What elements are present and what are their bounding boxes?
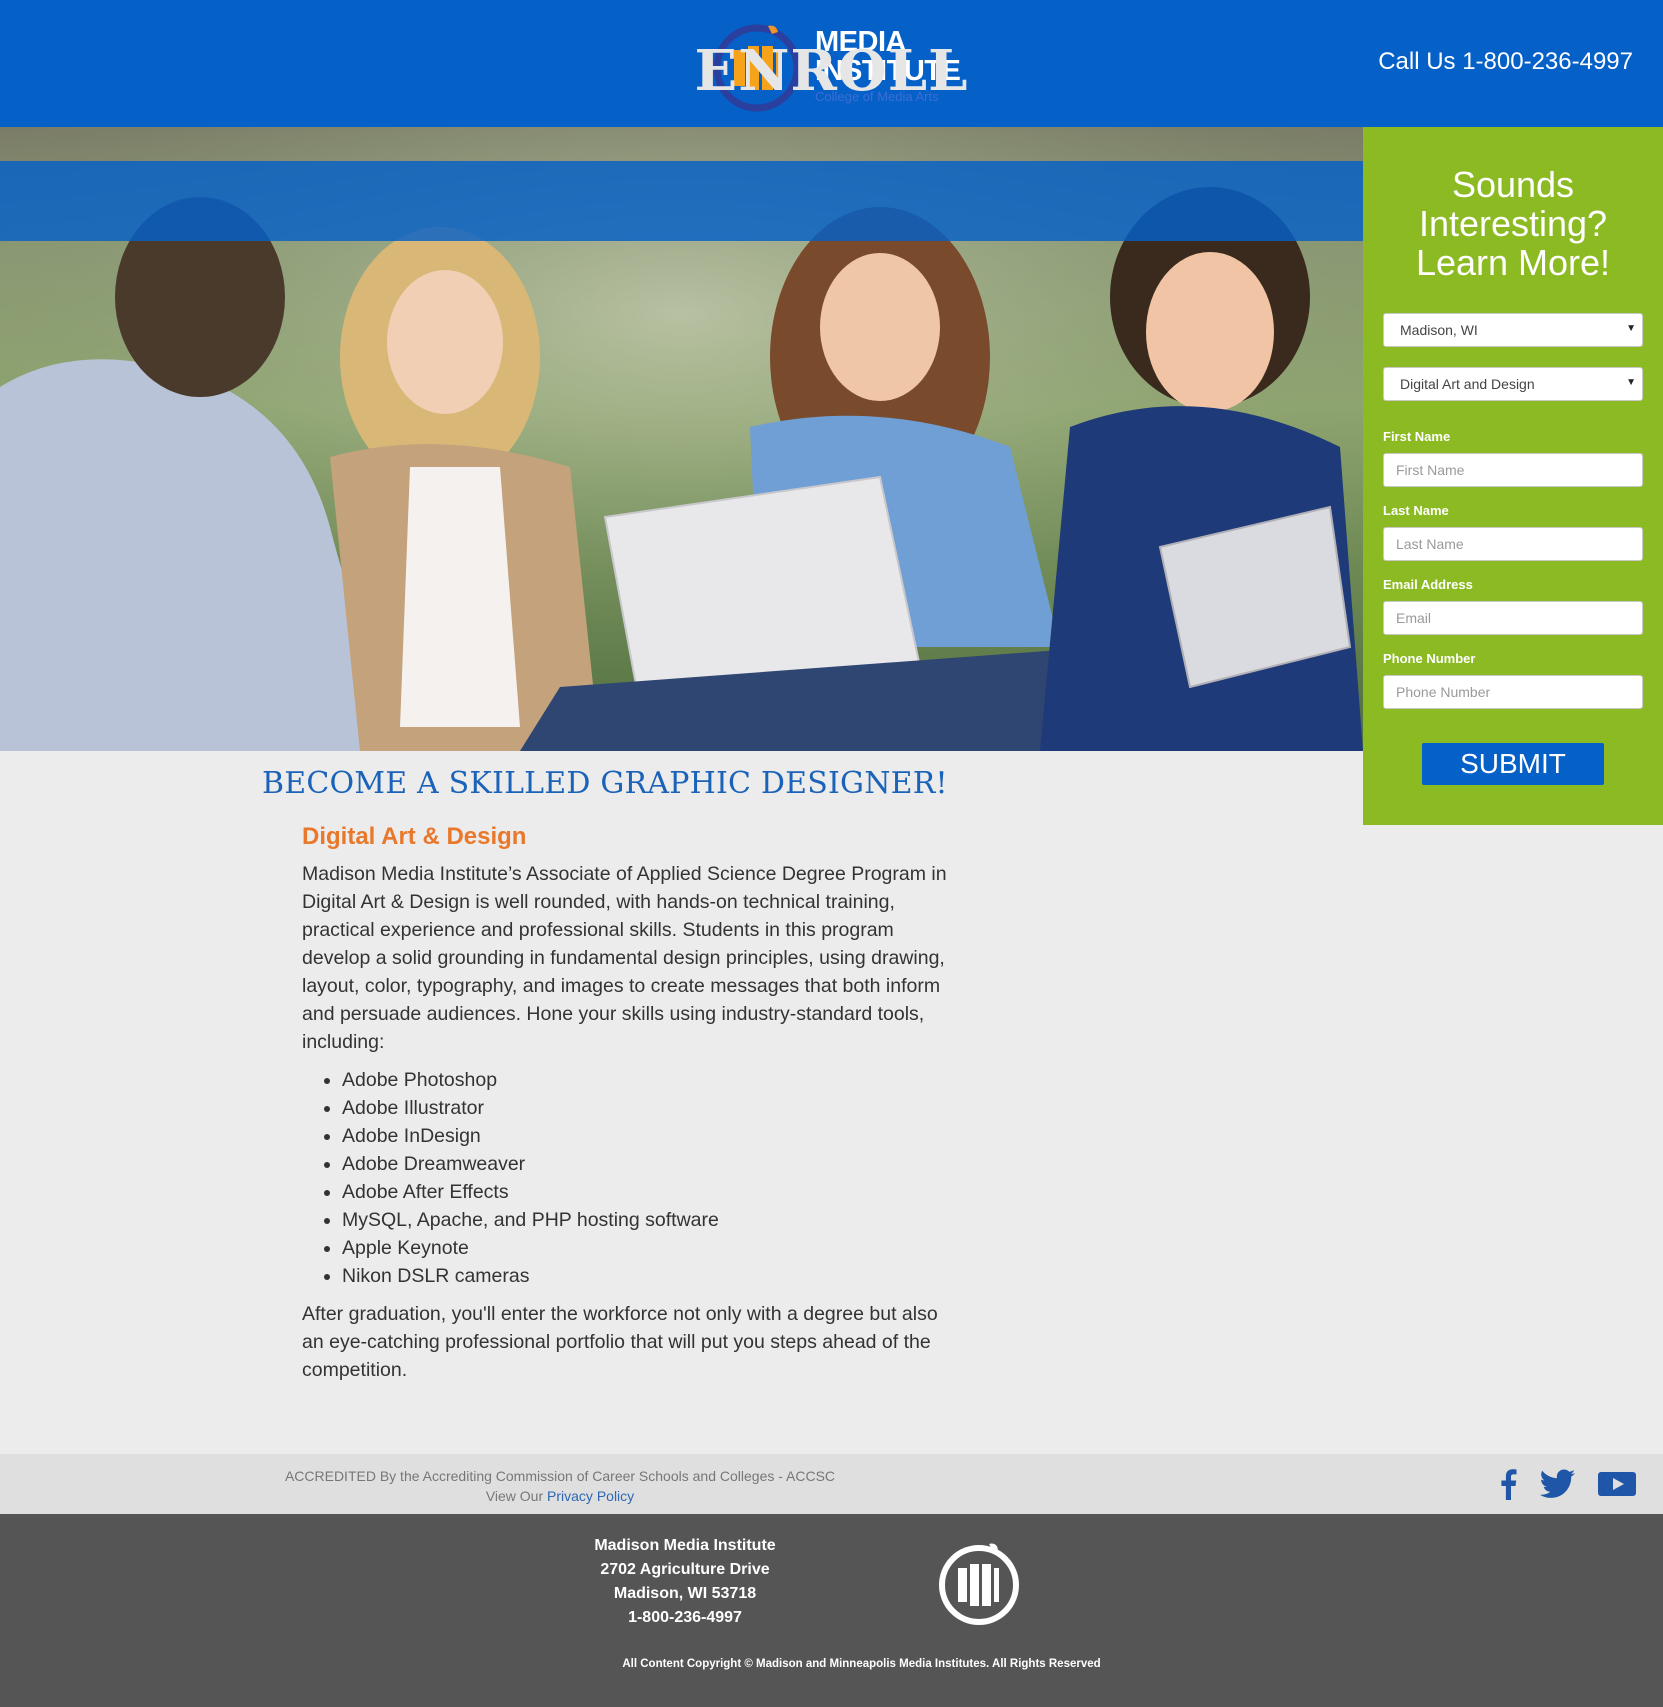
address-phone[interactable]: 1-800-236-4997 bbox=[540, 1606, 830, 1630]
form-heading: Sounds Interesting? Learn More! bbox=[1363, 165, 1663, 282]
last-name-field[interactable] bbox=[1383, 527, 1643, 561]
address-block: Madison Media Institute 2702 Agriculture… bbox=[540, 1534, 830, 1630]
hero-image bbox=[0, 127, 1363, 751]
campus-select-value: Madison, WI bbox=[1400, 322, 1478, 338]
twitter-icon[interactable] bbox=[1540, 1468, 1576, 1500]
accreditation-line: ACCREDITED By the Accrediting Commission… bbox=[284, 1468, 836, 1484]
accreditation-text: ACCREDITED By the Accrediting Commission… bbox=[0, 1466, 1120, 1506]
program-select-value: Digital Art and Design bbox=[1400, 376, 1535, 392]
enroll-banner-text: ENROLL bbox=[694, 38, 969, 104]
phone-label: Phone Number bbox=[1383, 651, 1476, 666]
list-item: Nikon DSLR cameras bbox=[342, 1262, 719, 1290]
copyright-text: All Content Copyright © Madison and Minn… bbox=[622, 1658, 1101, 1670]
email-label: Email Address bbox=[1383, 577, 1473, 592]
program-select[interactable]: Digital Art and Design ▼ bbox=[1383, 367, 1643, 401]
list-item: Adobe InDesign bbox=[342, 1122, 719, 1150]
phone-field[interactable] bbox=[1383, 675, 1643, 709]
lead-form-panel: Sounds Interesting? Learn More! Madison,… bbox=[1363, 127, 1663, 825]
form-heading-line2: Interesting? bbox=[1418, 203, 1608, 244]
address-city: Madison, WI 53718 bbox=[613, 1585, 757, 1602]
privacy-prefix: View Our bbox=[485, 1488, 544, 1504]
program-title: Digital Art & Design bbox=[302, 823, 527, 850]
dropdown-caret-icon: ▼ bbox=[1626, 323, 1636, 334]
privacy-policy-link[interactable]: Privacy Policy bbox=[547, 1488, 634, 1504]
address-name: Madison Media Institute bbox=[594, 1537, 776, 1554]
form-heading-line3: Learn More! bbox=[1415, 242, 1611, 283]
footer-logo-icon bbox=[939, 1543, 1019, 1625]
program-intro: Madison Media Institute’s Associate of A… bbox=[302, 863, 947, 1053]
accreditation-bar: ACCREDITED By the Accrediting Commission… bbox=[0, 1454, 1663, 1514]
list-item: Apple Keynote bbox=[342, 1234, 719, 1262]
list-item: MySQL, Apache, and PHP hosting software bbox=[342, 1206, 719, 1234]
dropdown-caret-icon: ▼ bbox=[1626, 377, 1636, 388]
site-footer: Madison Media Institute 2702 Agriculture… bbox=[0, 1514, 1663, 1707]
youtube-icon[interactable] bbox=[1598, 1468, 1636, 1500]
enroll-banner-band bbox=[0, 161, 1363, 241]
tools-list: Adobe Photoshop Adobe Illustrator Adobe … bbox=[342, 1066, 719, 1290]
form-heading-line1: Sounds bbox=[1451, 164, 1575, 205]
list-item: Adobe Illustrator bbox=[342, 1094, 719, 1122]
program-outro: After graduation, you'll enter the workf… bbox=[302, 1303, 938, 1381]
page-title: BECOME A SKILLED GRAPHIC DESIGNER! bbox=[262, 766, 948, 801]
campus-select[interactable]: Madison, WI ▼ bbox=[1383, 313, 1643, 347]
list-item: Adobe Dreamweaver bbox=[342, 1150, 719, 1178]
first-name-field[interactable] bbox=[1383, 453, 1643, 487]
submit-button[interactable]: SUBMIT bbox=[1422, 743, 1604, 785]
list-item: Adobe After Effects bbox=[342, 1178, 719, 1206]
privacy-line: View Our Privacy Policy bbox=[0, 1486, 1120, 1506]
facebook-icon[interactable] bbox=[1498, 1468, 1518, 1500]
address-street: 2702 Agriculture Drive bbox=[600, 1561, 770, 1578]
last-name-label: Last Name bbox=[1383, 503, 1449, 518]
email-field[interactable] bbox=[1383, 601, 1643, 635]
first-name-label: First Name bbox=[1383, 429, 1451, 444]
list-item: Adobe Photoshop bbox=[342, 1066, 719, 1094]
